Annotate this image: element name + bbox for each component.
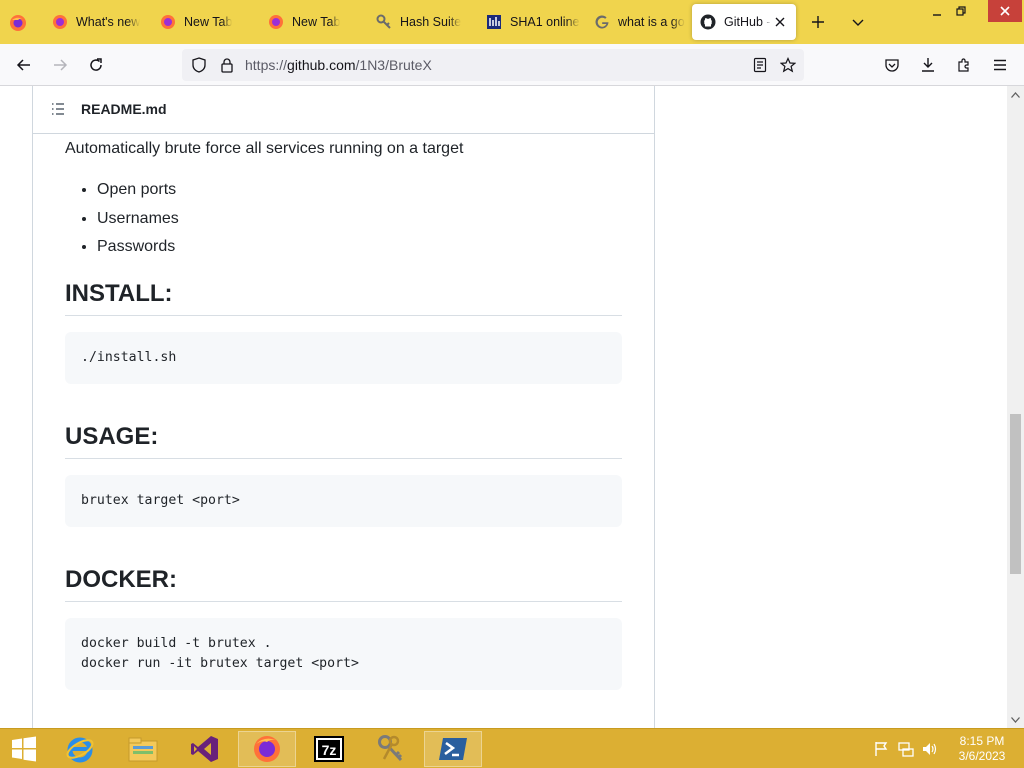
windows-start-icon[interactable]	[0, 731, 48, 767]
action-center-flag-icon[interactable]	[873, 741, 889, 757]
lock-icon[interactable]	[219, 57, 235, 73]
windows-taskbar: 7z 8:15 PM 3/6/2023	[0, 728, 1024, 768]
reader-view-icon[interactable]	[752, 57, 768, 73]
vertical-scrollbar[interactable]	[1007, 86, 1024, 728]
bookmark-star-icon[interactable]	[780, 57, 796, 73]
downloads-icon[interactable]	[917, 54, 939, 76]
google-icon	[594, 14, 610, 30]
code-block-docker[interactable]: docker build -t brutex . docker run -it …	[65, 618, 622, 690]
page-viewport: README.md Automatically brute force all …	[0, 86, 1007, 728]
url-text[interactable]: https://github.com/1N3/BruteX	[245, 57, 432, 73]
tab-sha1-online[interactable]: SHA1 online	[478, 4, 586, 40]
tab-label: GitHub -	[724, 15, 771, 29]
firefox-icon	[52, 14, 68, 30]
table-of-contents-list-icon[interactable]	[50, 101, 66, 117]
tab-label: New Tab	[184, 15, 233, 29]
tab-label: What's new	[76, 15, 141, 29]
new-tab-plus-icon[interactable]	[807, 11, 829, 33]
url-scheme: https://	[245, 57, 288, 73]
tab-label: Hash Suite	[400, 15, 462, 29]
readme-header: README.md	[33, 86, 654, 134]
section-heading-docker: DOCKER:	[65, 565, 622, 602]
section-heading-usage: USAGE:	[65, 422, 622, 459]
7zip-icon[interactable]: 7z	[300, 731, 358, 767]
github-icon	[700, 14, 716, 30]
navigation-toolbar: https://github.com/1N3/BruteX	[0, 44, 1024, 86]
code-block-install[interactable]: ./install.sh	[65, 332, 622, 384]
powershell-icon[interactable]	[424, 731, 482, 767]
url-path: /1N3/BruteX	[355, 57, 432, 73]
internet-explorer-icon[interactable]	[51, 731, 109, 767]
close-tab-icon[interactable]	[772, 14, 788, 30]
tab-google-search[interactable]: what is a go	[586, 4, 688, 40]
volume-speaker-icon[interactable]	[922, 741, 938, 757]
firefox-icon	[268, 14, 284, 30]
tab-github-active[interactable]: GitHub -	[692, 4, 796, 40]
list-item: Passwords	[97, 235, 622, 259]
back-arrow-icon[interactable]	[13, 54, 35, 76]
hash-suite-keys-icon	[376, 14, 392, 30]
tab-label: SHA1 online	[510, 15, 580, 29]
system-clock[interactable]: 8:15 PM 3/6/2023	[952, 734, 1012, 764]
close-window-icon[interactable]	[988, 0, 1022, 22]
readme-panel: README.md Automatically brute force all …	[32, 86, 655, 728]
extensions-puzzle-icon[interactable]	[953, 54, 975, 76]
list-item: Open ports	[97, 178, 622, 202]
visual-studio-icon[interactable]	[176, 731, 234, 767]
markdown-body: Automatically brute force all services r…	[65, 136, 622, 690]
pocket-icon[interactable]	[881, 54, 903, 76]
list-item: Usernames	[97, 207, 622, 231]
tab-whats-new[interactable]: What's new	[44, 4, 142, 40]
feature-list: Open ports Usernames Passwords	[65, 178, 622, 259]
tab-strip: What's new New Tab New Tab Hash Suite SH…	[0, 0, 1024, 44]
tab-label: New Tab	[292, 15, 341, 29]
scroll-down-arrow-icon[interactable]	[1007, 711, 1024, 728]
clock-date: 3/6/2023	[958, 749, 1006, 763]
readme-filename[interactable]: README.md	[81, 101, 167, 117]
svg-text:7z: 7z	[322, 742, 337, 758]
reload-icon[interactable]	[85, 54, 107, 76]
code-block-usage[interactable]: brutex target <port>	[65, 475, 622, 527]
tab-hash-suite[interactable]: Hash Suite	[368, 4, 476, 40]
section-heading-install: INSTALL:	[65, 279, 622, 316]
url-bar[interactable]: https://github.com/1N3/BruteX	[182, 49, 804, 81]
network-icon[interactable]	[898, 741, 914, 757]
tab-new-tab-2[interactable]: New Tab	[260, 4, 364, 40]
firefox-view-icon[interactable]	[6, 11, 30, 35]
url-host: github.com	[287, 57, 356, 73]
file-explorer-icon[interactable]	[114, 731, 172, 767]
firefox-icon	[160, 14, 176, 30]
restore-icon[interactable]	[950, 0, 972, 22]
forward-arrow-icon[interactable]	[49, 54, 71, 76]
list-all-tabs-chevron-icon[interactable]	[847, 11, 869, 33]
tab-new-tab-1[interactable]: New Tab	[152, 4, 256, 40]
tab-label: what is a go	[618, 15, 685, 29]
clock-time: 8:15 PM	[959, 734, 1005, 748]
hash-suite-keys-icon[interactable]	[362, 731, 420, 767]
scrollbar-thumb[interactable]	[1010, 414, 1021, 574]
scroll-up-arrow-icon[interactable]	[1007, 86, 1024, 103]
app-menu-hamburger-icon[interactable]	[989, 54, 1011, 76]
sha1-site-icon	[486, 14, 502, 30]
firefox-icon[interactable]	[238, 731, 296, 767]
tracking-protection-shield-icon[interactable]	[191, 57, 207, 73]
minimize-icon[interactable]	[926, 0, 948, 22]
readme-intro: Automatically brute force all services r…	[65, 140, 464, 157]
